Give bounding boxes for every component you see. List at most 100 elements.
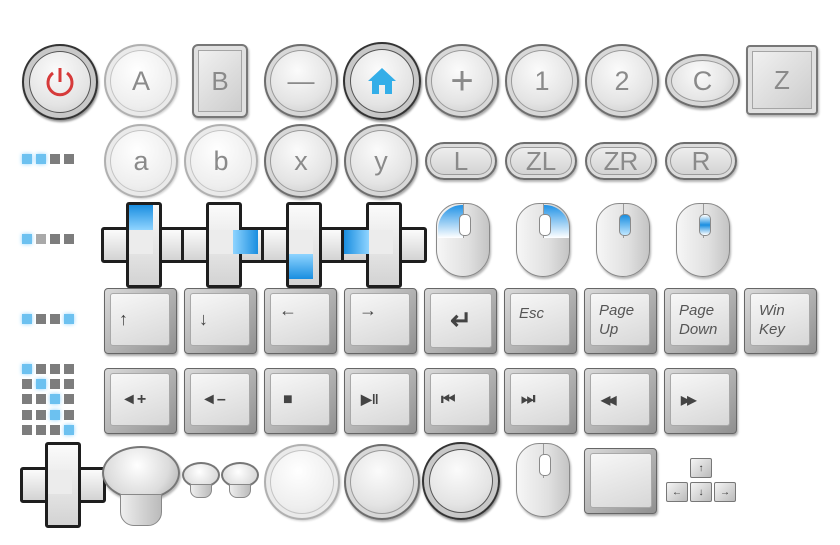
- key-page-up-line1: Page: [599, 301, 635, 319]
- mini-key-down-label: ↓: [698, 486, 704, 498]
- power-icon: [46, 68, 74, 97]
- key-play-pause-label: ▶‖: [350, 373, 410, 426]
- analog-stick-base: [120, 494, 162, 526]
- y-label: y: [374, 145, 388, 176]
- c-label: C: [692, 65, 713, 96]
- blank-key-face: [590, 453, 652, 508]
- key-right[interactable]: →: [344, 288, 417, 354]
- x-button[interactable]: x: [264, 124, 338, 198]
- mouse-plain[interactable]: [516, 443, 570, 517]
- mini-key-left-label: ←: [672, 486, 682, 498]
- lower-b-button[interactable]: b: [184, 124, 258, 198]
- key-win-line2: Key: [759, 320, 785, 338]
- key-stop[interactable]: ■: [264, 368, 337, 434]
- key-stop-label: ■: [270, 373, 330, 426]
- key-volume-down[interactable]: ◄–: [184, 368, 257, 434]
- indicator-leds-row4: [22, 314, 74, 324]
- key-page-up[interactable]: Page Up: [584, 288, 657, 354]
- key-enter-label: ↵: [430, 293, 492, 348]
- led: [50, 314, 60, 324]
- plus-label: +: [450, 58, 474, 103]
- home-icon: [368, 68, 396, 94]
- power-button[interactable]: [22, 44, 98, 120]
- led: [22, 154, 32, 164]
- b-button[interactable]: B: [192, 44, 248, 118]
- key-down-label: ↓: [190, 293, 250, 346]
- blank-key[interactable]: [584, 448, 657, 514]
- x-label: x: [294, 145, 308, 176]
- minus-label: —: [287, 65, 315, 96]
- two-button[interactable]: 2: [585, 44, 659, 118]
- key-previous[interactable]: ⏮: [424, 368, 497, 434]
- minus-button[interactable]: —: [264, 44, 338, 118]
- key-fast-forward[interactable]: ▶▶: [664, 368, 737, 434]
- blank-round-button-light[interactable]: [264, 444, 340, 520]
- zl-button[interactable]: ZL: [505, 142, 577, 180]
- key-enter[interactable]: ↵: [424, 288, 497, 354]
- dpad-up[interactable]: [101, 202, 187, 288]
- mini-key-up-label: ↑: [698, 462, 704, 474]
- key-esc[interactable]: Esc: [504, 288, 577, 354]
- key-volume-up[interactable]: ◄+: [104, 368, 177, 434]
- two-label: 2: [614, 65, 630, 96]
- key-rewind[interactable]: ◀◀: [584, 368, 657, 434]
- key-page-down[interactable]: Page Down: [664, 288, 737, 354]
- a-label: A: [131, 65, 150, 96]
- dpad-right[interactable]: [181, 202, 267, 288]
- one-label: 1: [534, 65, 550, 96]
- key-right-label: →: [350, 293, 410, 346]
- key-up-label: ↑: [110, 293, 170, 346]
- key-page-up-line2: Up: [599, 320, 619, 338]
- led: [36, 234, 46, 244]
- mouse-wheel-click[interactable]: [596, 203, 650, 277]
- analog-stick-small-left-base: [190, 484, 212, 498]
- analog-stick-large[interactable]: [102, 446, 180, 500]
- led: [50, 154, 60, 164]
- dpad-left[interactable]: [341, 202, 427, 288]
- zr-button[interactable]: ZR: [585, 142, 657, 180]
- one-button[interactable]: 1: [505, 44, 579, 118]
- dpad-down[interactable]: [261, 202, 347, 288]
- key-next[interactable]: ⏭: [504, 368, 577, 434]
- mini-key-left[interactable]: ←: [666, 482, 688, 502]
- key-esc-label: Esc: [519, 305, 545, 322]
- key-down[interactable]: ↓: [184, 288, 257, 354]
- lower-a-button[interactable]: a: [104, 124, 178, 198]
- key-left[interactable]: ←: [264, 288, 337, 354]
- mouse-left-click[interactable]: [436, 203, 490, 277]
- l-button[interactable]: L: [425, 142, 497, 180]
- key-page-down-line2: Down: [679, 320, 718, 338]
- key-play-pause[interactable]: ▶‖: [344, 368, 417, 434]
- c-button[interactable]: C: [665, 54, 740, 108]
- lower-b-label: b: [213, 145, 229, 176]
- mouse-scroll[interactable]: [676, 203, 730, 277]
- plus-button[interactable]: +: [425, 44, 499, 118]
- dpad[interactable]: [20, 442, 106, 528]
- mouse-right-click[interactable]: [516, 203, 570, 277]
- key-fast-forward-label: ▶▶: [670, 373, 730, 426]
- l-label: L: [453, 145, 469, 176]
- led: [50, 234, 60, 244]
- led: [64, 154, 74, 164]
- key-win-line1: Win: [759, 301, 785, 319]
- mini-key-up[interactable]: ↑: [690, 458, 712, 478]
- key-up[interactable]: ↑: [104, 288, 177, 354]
- mini-key-down[interactable]: ↓: [690, 482, 712, 502]
- y-button[interactable]: y: [344, 124, 418, 198]
- key-volume-down-label: ◄–: [190, 373, 250, 426]
- key-win[interactable]: Win Key: [744, 288, 817, 354]
- home-button[interactable]: [343, 42, 421, 120]
- mini-key-right[interactable]: →: [714, 482, 736, 502]
- z-button[interactable]: Z: [746, 45, 818, 115]
- blank-round-button[interactable]: [344, 444, 420, 520]
- key-volume-up-label: ◄+: [110, 373, 170, 426]
- led: [36, 314, 46, 324]
- r-button[interactable]: R: [665, 142, 737, 180]
- blank-round-button-dark[interactable]: [422, 442, 500, 520]
- a-button[interactable]: A: [104, 44, 178, 118]
- key-left-label: ←: [270, 293, 330, 346]
- indicator-led-grid: [22, 364, 84, 436]
- mini-key-right-label: →: [720, 486, 730, 498]
- led: [64, 314, 74, 324]
- key-next-label: ⏭: [510, 373, 570, 426]
